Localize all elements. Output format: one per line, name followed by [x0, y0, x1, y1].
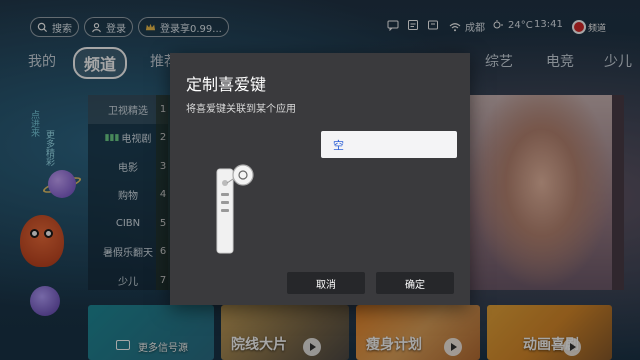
favorite-key-dialog: 定制喜爱键 将喜爱键关联到某个应用 空 取消 确定: [170, 53, 470, 305]
cancel-button[interactable]: 取消: [287, 272, 365, 294]
dialog-title: 定制喜爱键: [186, 75, 267, 94]
confirm-button[interactable]: 确定: [376, 272, 454, 294]
dialog-subtitle: 将喜爱键关联到某个应用: [186, 104, 296, 115]
remote-control-icon: [216, 164, 254, 254]
app-select-field[interactable]: 空: [321, 131, 457, 158]
